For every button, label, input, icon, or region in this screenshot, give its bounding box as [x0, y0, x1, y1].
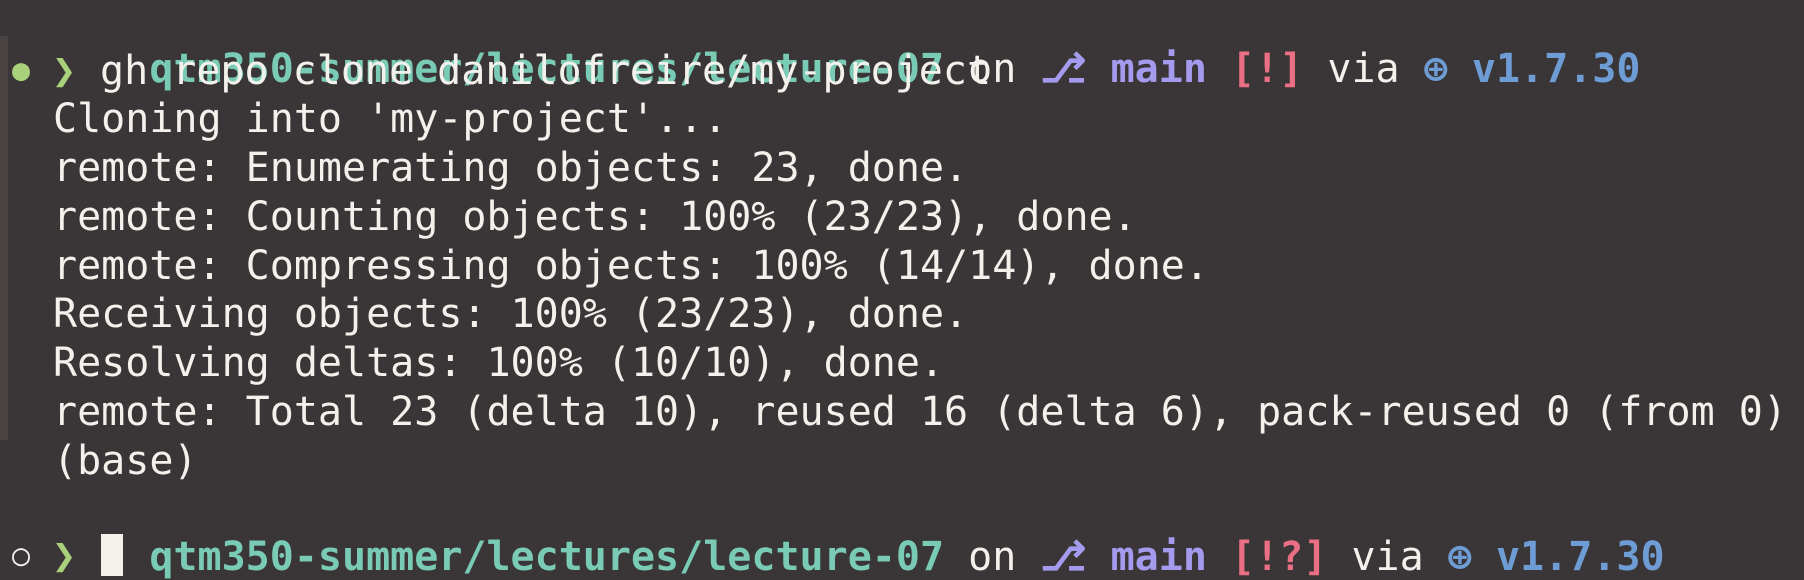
text-cursor[interactable]	[101, 534, 123, 576]
prompt-on-word: on	[968, 534, 1017, 580]
git-status-indicator: [!?]	[1231, 534, 1328, 580]
prompt-path: qtm350-summer/lectures/lecture-07	[149, 534, 945, 580]
output-line: Receiving objects: 100% (23/23), done.	[53, 291, 969, 337]
environment-version: v1.7.30	[1471, 46, 1641, 92]
output-line: remote: Enumerating objects: 23, done.	[53, 145, 969, 191]
output-line: remote: Compressing objects: 100% (14/14…	[53, 243, 1209, 289]
prompt-status-line-top: qtm350-summer/lectures/lecture-07 on ⎇ m…	[53, 0, 1640, 92]
prompt-via-word: via	[1351, 534, 1424, 580]
output-line: Resolving deltas: 100% (10/10), done.	[53, 340, 945, 386]
environment-icon: ⊕	[1423, 46, 1448, 92]
prompt-via-word: via	[1327, 46, 1400, 92]
git-branch-name: main	[1110, 534, 1207, 580]
output-line: remote: Total 23 (delta 10), reused 16 (…	[53, 389, 1787, 435]
git-branch-icon: ⎇	[1040, 46, 1087, 92]
prompt-chevron-icon: ❯	[52, 48, 77, 94]
git-branch-name: main	[1110, 46, 1207, 92]
pending-command-circle-icon: ○	[12, 538, 31, 573]
output-line: remote: Counting objects: 100% (23/23), …	[53, 194, 1137, 240]
prompt-status-line-bottom: qtm350-summer/lectures/lecture-07 on ⎇ m…	[53, 485, 1664, 580]
git-status-indicator: [!]	[1231, 46, 1304, 92]
output-line: Cloning into 'my-project'...	[53, 96, 728, 142]
output-line: (base)	[53, 438, 198, 484]
environment-version: v1.7.30	[1495, 534, 1665, 580]
command-text[interactable]: gh repo clone danilofreire/my-project	[100, 47, 991, 95]
command-success-dot-icon: ●	[12, 53, 31, 88]
command-block-gutter	[0, 36, 8, 440]
git-branch-icon: ⎇	[1040, 534, 1087, 580]
prompt-chevron-icon: ❯	[52, 533, 77, 579]
terminal-window[interactable]: qtm350-summer/lectures/lecture-07 on ⎇ m…	[0, 0, 1804, 580]
environment-icon: ⊕	[1447, 534, 1472, 580]
